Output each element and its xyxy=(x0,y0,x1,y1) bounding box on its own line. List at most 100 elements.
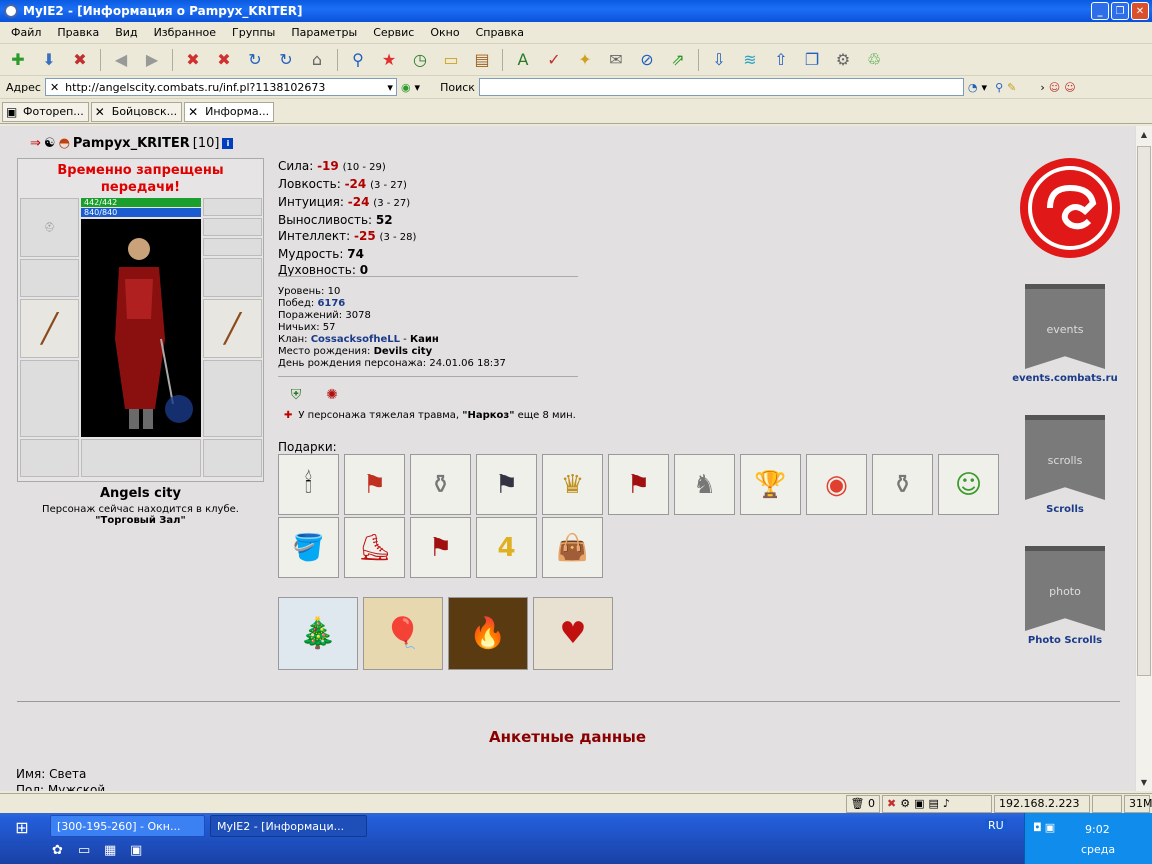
address-input[interactable]: ✕ http://angelscity.combats.ru/inf.pl?11… xyxy=(44,78,397,96)
gift-skates-icon[interactable]: ⛸ xyxy=(344,517,405,578)
slot-earrings[interactable] xyxy=(203,198,262,216)
task-window-2[interactable]: MyIE2 - [Информаци... xyxy=(210,815,367,837)
start-button[interactable]: ⊞ xyxy=(0,813,44,841)
close-all-icon[interactable]: ✖ xyxy=(66,47,94,73)
quicklaunch-desktop-icon[interactable]: ▣ xyxy=(130,843,146,859)
spell-check-icon[interactable]: ✓ xyxy=(540,47,568,73)
gift-chess-icon[interactable]: ♛ xyxy=(542,454,603,515)
windows-icon[interactable]: ❐ xyxy=(798,47,826,73)
slot-weapon[interactable]: ╱ xyxy=(20,299,79,358)
up-icon[interactable]: ⇧ xyxy=(767,47,795,73)
menu-window[interactable]: Окно xyxy=(422,26,467,39)
go-dropdown-icon[interactable]: ▾ xyxy=(415,81,421,94)
search-input[interactable] xyxy=(478,78,964,96)
gear-icon[interactable]: ⚙ xyxy=(829,47,857,73)
slot-armor[interactable] xyxy=(20,360,79,437)
open-icon[interactable]: ⬇ xyxy=(35,47,63,73)
scroll-up-icon[interactable]: ▲ xyxy=(1136,126,1152,143)
postcard-heart-icon[interactable]: ♥ xyxy=(533,597,613,670)
scroll-thumb[interactable] xyxy=(1137,146,1151,676)
info-icon[interactable]: i xyxy=(222,138,234,149)
magic-wand-icon[interactable]: ✦ xyxy=(571,47,599,73)
tab-photo[interactable]: ▣ Фотореп... xyxy=(2,101,89,122)
download-icon[interactable]: ⇩ xyxy=(705,47,733,73)
more-icon[interactable]: › xyxy=(1040,81,1044,94)
clock-time[interactable]: 9:02 xyxy=(1085,823,1110,836)
combats-logo[interactable] xyxy=(1020,158,1120,258)
clan-link[interactable]: CossacksofheLL xyxy=(311,334,400,345)
vertical-scrollbar[interactable]: ▲ ▼ xyxy=(1135,126,1152,791)
align-badge-icon[interactable]: ✺ xyxy=(322,384,342,406)
gift-stein2-icon[interactable]: ⚱ xyxy=(872,454,933,515)
gift-number-four-icon[interactable]: 4 xyxy=(476,517,537,578)
gift-chalice-icon[interactable]: 🏆 xyxy=(740,454,801,515)
slot-belt[interactable] xyxy=(20,439,79,477)
forward-icon[interactable]: ▶ xyxy=(138,47,166,73)
slot-gloves[interactable] xyxy=(203,258,262,297)
gift-banner-icon[interactable]: ⚑ xyxy=(344,454,405,515)
scrolls-banner[interactable]: scrolls Scrolls xyxy=(1015,415,1115,515)
favorites-icon[interactable]: ★ xyxy=(375,47,403,73)
quicklaunch-notes-icon[interactable]: ▭ xyxy=(78,843,94,859)
menu-tools[interactable]: Сервис xyxy=(365,26,422,39)
tab-fight[interactable]: ✕ Бойцовск... xyxy=(90,101,183,122)
gift-bag-icon[interactable]: 👜 xyxy=(542,517,603,578)
events-link[interactable]: events.combats.ru xyxy=(1012,373,1117,384)
maximize-button[interactable]: ❐ xyxy=(1111,2,1129,20)
folder-icon[interactable]: ▭ xyxy=(437,47,465,73)
trash-counter[interactable]: 🗑 0 xyxy=(845,794,880,813)
slot-rings[interactable] xyxy=(203,238,262,256)
slot-emblem[interactable] xyxy=(81,439,201,477)
refresh-all-icon[interactable]: ↻ xyxy=(272,47,300,73)
tray-network-icon[interactable]: ◘ xyxy=(1033,821,1042,834)
slot-shield[interactable]: ╱ xyxy=(203,299,262,358)
task-window-1[interactable]: [300-195-260] - Окн... xyxy=(50,815,205,837)
mask-icon[interactable]: ☺ xyxy=(1049,81,1060,94)
gift-goblin-icon[interactable]: ☺ xyxy=(938,454,999,515)
video-icon[interactable]: ▤ xyxy=(929,797,939,810)
address-dropdown-icon[interactable]: ▾ xyxy=(384,81,396,94)
refresh-icon[interactable]: ↻ xyxy=(241,47,269,73)
notes-icon[interactable]: ▤ xyxy=(468,47,496,73)
search-engine-icon[interactable]: ▾ xyxy=(982,81,988,94)
menu-help[interactable]: Справка xyxy=(468,26,532,39)
bird-icon[interactable]: ≋ xyxy=(736,47,764,73)
menu-favorites[interactable]: Избранное xyxy=(146,26,224,39)
back-icon[interactable]: ◀ xyxy=(107,47,135,73)
menu-groups[interactable]: Группы xyxy=(224,26,283,39)
language-indicator[interactable]: RU xyxy=(985,819,1007,832)
recycle-icon[interactable]: ♲ xyxy=(860,47,888,73)
stop-icon[interactable]: ✖ xyxy=(179,47,207,73)
photo-scrolls-link[interactable]: Photo Scrolls xyxy=(1028,635,1102,646)
new-tab-icon[interactable]: ✚ xyxy=(4,47,32,73)
gift-crystal-ball-icon[interactable]: ◉ xyxy=(806,454,867,515)
slot-leggings[interactable] xyxy=(203,360,262,437)
popup-block-icon[interactable]: ✖ xyxy=(887,797,896,810)
gift-stein-icon[interactable]: ⚱ xyxy=(410,454,471,515)
postcard-tree-icon[interactable]: 🎄 xyxy=(278,597,358,670)
pen-icon[interactable]: ✎ xyxy=(1007,81,1016,94)
font-size-icon[interactable]: A xyxy=(509,47,537,73)
go-icon[interactable]: ◉ xyxy=(401,81,411,94)
highlight-icon[interactable]: ⚲ xyxy=(995,81,1003,94)
slot-bracers[interactable] xyxy=(20,259,79,297)
mask2-icon[interactable]: ☺ xyxy=(1064,81,1075,94)
menu-view[interactable]: Вид xyxy=(107,26,145,39)
gift-statue-icon[interactable]: ♞ xyxy=(674,454,735,515)
scroll-down-icon[interactable]: ▼ xyxy=(1136,774,1152,791)
events-banner[interactable]: events events.combats.ru xyxy=(1012,284,1118,384)
image-icon[interactable]: ▣ xyxy=(914,797,924,810)
clan-badge-icon[interactable]: ⛨ xyxy=(286,384,306,406)
search-go-icon[interactable]: ◔ xyxy=(968,81,978,94)
postcard-balloon-icon[interactable]: 🎈 xyxy=(363,597,443,670)
quicklaunch-calc-icon[interactable]: ▦ xyxy=(104,843,120,859)
gift-candle-icon[interactable]: 🕯 xyxy=(278,454,339,515)
slot-boots[interactable] xyxy=(203,439,262,477)
postcard-fire-icon[interactable]: 🔥 xyxy=(448,597,528,670)
menu-file[interactable]: Файл xyxy=(3,26,49,39)
script-icon[interactable]: ⚙ xyxy=(900,797,910,810)
slot-necklace[interactable] xyxy=(203,218,262,236)
export-icon[interactable]: ⇗ xyxy=(664,47,692,73)
gift-red-flag2-icon[interactable]: ⚑ xyxy=(410,517,471,578)
home-icon[interactable]: ⌂ xyxy=(303,47,331,73)
